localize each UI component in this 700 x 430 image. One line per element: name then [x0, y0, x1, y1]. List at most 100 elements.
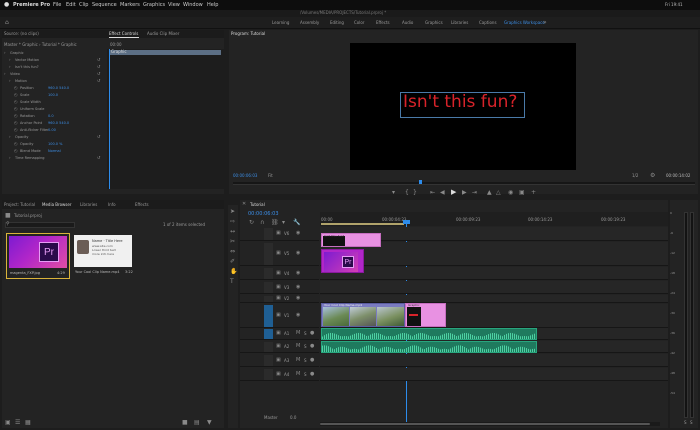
overlay-text[interactable]: Isn't this fun? — [403, 94, 517, 111]
solo-button[interactable]: S — [304, 358, 307, 363]
linked-selection-icon[interactable]: ⛓ — [271, 220, 279, 226]
ec-property-row[interactable]: ◴ Anti-flicker Filter 0.00 — [2, 127, 106, 134]
mute-icon[interactable]: M — [296, 331, 300, 336]
trash-icon[interactable]: ▼ — [207, 420, 212, 426]
ec-property-value[interactable]: 960.0 540.0 — [48, 121, 69, 126]
lift-icon[interactable]: ▲ — [487, 190, 492, 196]
meter-solo-s[interactable]: S — [690, 421, 693, 425]
audio-track-lane[interactable] — [320, 354, 668, 367]
playhead-handle[interactable] — [403, 220, 410, 224]
ec-property-row[interactable]: ◴ Opacity 100.0 % — [2, 141, 106, 148]
mute-icon[interactable]: M — [296, 357, 300, 363]
menu-item-file[interactable]: File — [53, 3, 61, 8]
disclosure-triangle-icon[interactable]: › — [4, 51, 6, 55]
menu-item-edit[interactable]: Edit — [66, 3, 76, 8]
play-icon[interactable]: ▶ — [451, 189, 456, 196]
nest-icon[interactable]: ↻ — [249, 220, 254, 226]
microphone-icon[interactable]: ● — [310, 331, 314, 336]
ec-property-value[interactable]: 960.0 540.0 — [48, 86, 69, 91]
workspace-assembly[interactable]: Assembly — [300, 21, 319, 25]
go-to-out-icon[interactable]: ⇥ — [472, 190, 477, 196]
track-lock-icon[interactable]: ▣ — [276, 284, 281, 290]
workspace-active[interactable]: Graphics Workspace — [504, 21, 545, 25]
ec-property-row[interactable]: ◴ Position 960.0 540.0 — [2, 85, 106, 92]
ec-property-row[interactable]: › Time Remapping ↺ — [2, 155, 106, 162]
sequence-tab[interactable]: Tutorial — [250, 203, 265, 207]
project-item[interactable]: Name · Title Here www.site.com Lower thi… — [72, 233, 136, 279]
new-bin-icon[interactable]: ■ — [182, 420, 188, 426]
workspace-effects[interactable]: Effects — [376, 21, 390, 25]
menu-item-graphics[interactable]: Graphics — [143, 3, 165, 8]
scrollbar-thumb[interactable] — [320, 423, 650, 425]
razor-tool-icon[interactable]: ✂ — [230, 239, 235, 245]
stopwatch-icon[interactable]: ◴ — [14, 142, 18, 146]
eye-icon[interactable]: ◉ — [296, 251, 300, 256]
program-playhead[interactable] — [419, 180, 422, 184]
source-patch[interactable] — [264, 329, 273, 339]
timeline-settings-icon[interactable]: 🔧 — [293, 220, 300, 226]
video-track-header[interactable]: ▣ V1 ◉ — [240, 304, 319, 328]
pen-tool-icon[interactable]: ✐ — [230, 259, 235, 265]
microphone-icon[interactable]: ● — [310, 357, 314, 363]
title-clip[interactable]: Isn't this fun? — [321, 233, 381, 247]
step-back-icon[interactable]: ◀ — [440, 190, 445, 196]
track-lock-icon[interactable]: ▣ — [276, 231, 281, 236]
video-track-lane[interactable] — [320, 267, 668, 280]
track-lock-icon[interactable]: ▣ — [276, 296, 281, 301]
ec-property-value[interactable]: Normal — [48, 149, 61, 154]
eye-icon[interactable]: ◉ — [296, 296, 300, 301]
stopwatch-icon[interactable]: ◴ — [14, 86, 18, 90]
disclosure-triangle-icon[interactable]: › — [4, 72, 6, 76]
source-patch[interactable] — [264, 268, 273, 279]
video-track-lane[interactable] — [320, 295, 668, 303]
image-clip[interactable]: Pr — [321, 249, 364, 273]
stopwatch-icon[interactable]: ◴ — [14, 128, 18, 132]
work-area-bar[interactable] — [321, 223, 404, 225]
snap-icon[interactable]: ∩ — [260, 220, 264, 226]
apple-icon[interactable]: ● — [4, 2, 9, 8]
program-timecode[interactable]: 00:00:06:03 — [233, 174, 257, 178]
reset-icon[interactable]: ↺ — [97, 156, 100, 160]
slip-tool-icon[interactable]: ⇔ — [230, 249, 235, 255]
tab-effect-controls[interactable]: Effect Controls — [109, 32, 138, 36]
workspace-captions[interactable]: Captions — [479, 21, 497, 25]
source-patch[interactable] — [264, 296, 273, 302]
ec-property-row[interactable]: ◴ Blend Mode Normal — [2, 148, 106, 155]
lock-icon[interactable]: ▣ — [5, 420, 11, 426]
tab-effects[interactable]: Effects — [135, 203, 149, 207]
export-frame-icon[interactable]: ◉ — [508, 190, 513, 196]
project-search-input[interactable] — [5, 222, 75, 228]
ec-property-value[interactable]: 100.0 — [48, 93, 58, 98]
eye-icon[interactable]: ◉ — [296, 313, 300, 318]
selection-tool-icon[interactable]: ➤ — [230, 209, 235, 215]
master-value[interactable]: 0.0 — [290, 416, 296, 420]
reset-icon[interactable]: ↺ — [97, 58, 100, 62]
source-patch[interactable] — [264, 305, 273, 327]
ec-clip-bar[interactable]: Graphic — [109, 50, 221, 55]
audio-clip-a1[interactable] — [321, 328, 537, 340]
ec-property-row[interactable]: ◴ Anchor Point 960.0 540.0 — [2, 120, 106, 127]
ripple-edit-icon[interactable]: ↔ — [230, 229, 235, 235]
audio-track-header[interactable]: ▣ A4 M S ● — [240, 368, 319, 381]
solo-button[interactable]: S — [304, 372, 307, 377]
video-track-header[interactable]: ▣ V3 ◉ — [240, 281, 319, 294]
type-tool-icon[interactable]: T — [230, 279, 234, 285]
timeline-scrollbar[interactable] — [320, 422, 660, 426]
disclosure-triangle-icon[interactable]: › — [9, 58, 11, 62]
disclosure-triangle-icon[interactable]: › — [9, 156, 11, 160]
time-ruler[interactable]: 00:00 00:00:04:23 00:00:09:23 00:00:14:2… — [320, 212, 668, 226]
ec-property-row[interactable]: ◴ Uniform Scale — [2, 106, 106, 113]
project-item-selected[interactable]: Pr magenta_FXP.jpg 4:29 — [6, 233, 70, 279]
audio-clip-a2[interactable] — [321, 341, 537, 353]
ec-property-row[interactable]: ◴ Scale 100.0 — [2, 92, 106, 99]
workspace-graphics[interactable]: Graphics — [425, 21, 443, 25]
quality-select[interactable]: 1/2 — [632, 174, 638, 178]
mute-icon[interactable]: M — [296, 344, 300, 349]
program-tab[interactable]: Program: Tutorial — [231, 32, 265, 36]
comparison-view-icon[interactable]: ▣ — [519, 190, 525, 196]
meter-solo-s[interactable]: S — [684, 421, 687, 425]
ec-property-row[interactable]: › Video ↺ — [2, 71, 106, 78]
program-video-frame[interactable]: Isn't this fun? — [350, 43, 576, 170]
tab-info[interactable]: Info — [108, 203, 116, 207]
tab-audio-mixer[interactable]: Audio Clip Mixer — [147, 32, 179, 36]
